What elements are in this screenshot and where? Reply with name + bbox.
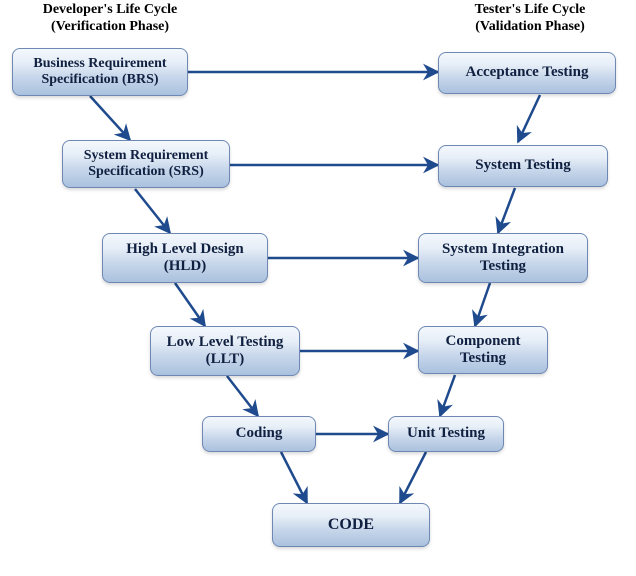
node-hld: High Level Design(HLD): [102, 233, 268, 283]
node-srs: System RequirementSpecification (SRS): [62, 140, 230, 188]
header-right: Tester's Life Cycle (Validation Phase): [430, 2, 630, 36]
arrow-coding-to-code: [281, 452, 307, 503]
node-llt: Low Level Testing(LLT): [150, 326, 300, 376]
header-left-line2: (Verification Phase): [51, 19, 169, 34]
header-left: Developer's Life Cycle (Verification Pha…: [10, 2, 210, 36]
header-right-line2: (Validation Phase): [475, 19, 585, 34]
node-coding: Coding: [202, 416, 316, 452]
arrow-hld-to-llt: [175, 283, 205, 326]
arrow-sit-to-component: [475, 283, 490, 326]
node-brs: Business RequirementSpecification (BRS): [12, 48, 188, 96]
header-left-line1: Developer's Life Cycle: [43, 2, 178, 17]
arrow-unit-to-code: [400, 452, 426, 503]
header-right-line1: Tester's Life Cycle: [475, 2, 586, 17]
arrow-acceptance-to-system: [518, 95, 540, 142]
arrow-brs-to-srs: [90, 96, 130, 140]
node-component: ComponentTesting: [418, 326, 548, 374]
v-model-diagram: Developer's Life Cycle (Verification Pha…: [0, 0, 636, 576]
node-sit: System IntegrationTesting: [418, 233, 588, 283]
arrow-srs-to-hld: [135, 189, 170, 233]
arrow-component-to-unit: [440, 375, 455, 416]
node-acceptance: Acceptance Testing: [438, 52, 616, 94]
node-unit: Unit Testing: [388, 416, 504, 452]
node-system: System Testing: [438, 145, 608, 187]
arrow-system-to-sit: [498, 188, 515, 233]
node-code: CODE: [272, 503, 430, 547]
arrow-llt-to-coding: [227, 376, 258, 416]
